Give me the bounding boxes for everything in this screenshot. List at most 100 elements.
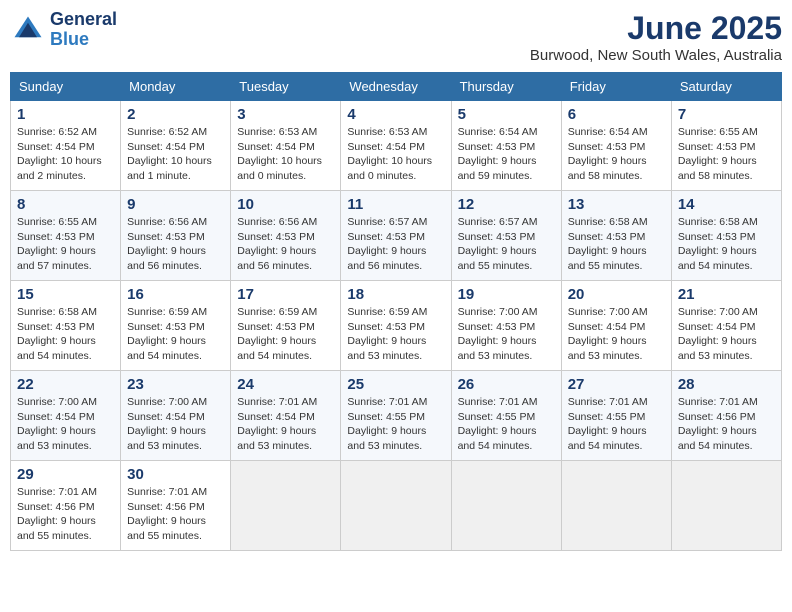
day-number: 9 — [127, 196, 224, 213]
day-number: 1 — [17, 106, 114, 123]
calendar-cell: 8Sunrise: 6:55 AM Sunset: 4:53 PM Daylig… — [11, 191, 121, 281]
day-number: 23 — [127, 376, 224, 393]
weekday-header-sunday: Sunday — [11, 73, 121, 101]
day-info: Sunrise: 6:54 AM Sunset: 4:53 PM Dayligh… — [568, 125, 665, 184]
calendar-cell: 28Sunrise: 7:01 AM Sunset: 4:56 PM Dayli… — [671, 371, 781, 461]
calendar-cell: 10 Sunrise: 6:56 AM Sunset: 4:53 PM Dayli… — [231, 191, 341, 281]
day-number: 4 — [347, 106, 444, 123]
day-number: 11 — [347, 196, 444, 213]
day-info: Sunrise: 6:54 AM Sunset: 4:53 PM Dayligh… — [458, 125, 555, 184]
calendar-cell: 14 Sunrise: 6:58 AM Sunset: 4:53 PM Dayli… — [671, 191, 781, 281]
day-number: 30 — [127, 466, 224, 483]
calendar-week-row: 1 Sunrise: 6:52 AM Sunset: 4:54 PM Daylig… — [11, 101, 782, 191]
day-info: Sunrise: 6:59 AM Sunset: 4:53 PM Dayligh… — [237, 305, 334, 364]
calendar-cell — [231, 461, 341, 551]
location-subtitle: Burwood, New South Wales, Australia — [530, 47, 782, 64]
day-number: 19 — [458, 286, 555, 303]
calendar-cell: 2Sunrise: 6:52 AM Sunset: 4:54 PM Daylig… — [121, 101, 231, 191]
day-info: Sunrise: 7:00 AM Sunset: 4:54 PM Dayligh… — [678, 305, 775, 364]
day-number: 6 — [568, 106, 665, 123]
logo-line1: General — [50, 10, 117, 30]
day-number: 21 — [678, 286, 775, 303]
day-number: 10 — [237, 196, 334, 213]
day-number: 15 — [17, 286, 114, 303]
day-number: 13 — [568, 196, 665, 213]
logo-line2: Blue — [50, 30, 117, 50]
weekday-header-wednesday: Wednesday — [341, 73, 451, 101]
day-info: Sunrise: 7:01 AM Sunset: 4:55 PM Dayligh… — [458, 395, 555, 454]
calendar-cell: 9 Sunrise: 6:56 AM Sunset: 4:53 PM Daylig… — [121, 191, 231, 281]
calendar-cell — [671, 461, 781, 551]
calendar-week-row: 15 Sunrise: 6:58 AM Sunset: 4:53 PM Dayli… — [11, 281, 782, 371]
logo: General Blue — [10, 10, 117, 50]
calendar-week-row: 8Sunrise: 6:55 AM Sunset: 4:53 PM Daylig… — [11, 191, 782, 281]
day-info: Sunrise: 6:58 AM Sunset: 4:53 PM Dayligh… — [17, 305, 114, 364]
calendar-cell: 15 Sunrise: 6:58 AM Sunset: 4:53 PM Dayli… — [11, 281, 121, 371]
day-info: Sunrise: 6:53 AM Sunset: 4:54 PM Dayligh… — [237, 125, 334, 184]
calendar-cell: 19 Sunrise: 7:00 AM Sunset: 4:53 PM Dayli… — [451, 281, 561, 371]
logo-text: General Blue — [50, 10, 117, 50]
day-number: 14 — [678, 196, 775, 213]
calendar-week-row: 22 Sunrise: 7:00 AM Sunset: 4:54 PM Dayli… — [11, 371, 782, 461]
day-number: 8 — [17, 196, 114, 213]
calendar-cell: 12 Sunrise: 6:57 AM Sunset: 4:53 PM Dayli… — [451, 191, 561, 281]
day-number: 20 — [568, 286, 665, 303]
calendar-cell: 3 Sunrise: 6:53 AM Sunset: 4:54 PM Daylig… — [231, 101, 341, 191]
weekday-header-tuesday: Tuesday — [231, 73, 341, 101]
calendar-cell: 26Sunrise: 7:01 AM Sunset: 4:55 PM Dayli… — [451, 371, 561, 461]
calendar-cell — [341, 461, 451, 551]
day-number: 29 — [17, 466, 114, 483]
day-info: Sunrise: 6:57 AM Sunset: 4:53 PM Dayligh… — [458, 215, 555, 274]
calendar-table: SundayMondayTuesdayWednesdayThursdayFrid… — [10, 72, 782, 551]
day-info: Sunrise: 7:00 AM Sunset: 4:54 PM Dayligh… — [127, 395, 224, 454]
weekday-header-monday: Monday — [121, 73, 231, 101]
day-number: 5 — [458, 106, 555, 123]
calendar-cell: 29 Sunrise: 7:01 AM Sunset: 4:56 PM Dayli… — [11, 461, 121, 551]
day-number: 16 — [127, 286, 224, 303]
calendar-cell: 7 Sunrise: 6:55 AM Sunset: 4:53 PM Daylig… — [671, 101, 781, 191]
calendar-cell: 30 Sunrise: 7:01 AM Sunset: 4:56 PM Dayli… — [121, 461, 231, 551]
day-number: 12 — [458, 196, 555, 213]
day-info: Sunrise: 6:58 AM Sunset: 4:53 PM Dayligh… — [678, 215, 775, 274]
day-info: Sunrise: 6:56 AM Sunset: 4:53 PM Dayligh… — [127, 215, 224, 274]
day-info: Sunrise: 6:52 AM Sunset: 4:54 PM Dayligh… — [17, 125, 114, 184]
calendar-cell: 6 Sunrise: 6:54 AM Sunset: 4:53 PM Daylig… — [561, 101, 671, 191]
calendar-cell: 4 Sunrise: 6:53 AM Sunset: 4:54 PM Daylig… — [341, 101, 451, 191]
calendar-cell: 24Sunrise: 7:01 AM Sunset: 4:54 PM Dayli… — [231, 371, 341, 461]
day-number: 28 — [678, 376, 775, 393]
day-info: Sunrise: 6:58 AM Sunset: 4:53 PM Dayligh… — [568, 215, 665, 274]
calendar-cell: 17 Sunrise: 6:59 AM Sunset: 4:53 PM Dayli… — [231, 281, 341, 371]
calendar-week-row: 29 Sunrise: 7:01 AM Sunset: 4:56 PM Dayli… — [11, 461, 782, 551]
day-info: Sunrise: 6:55 AM Sunset: 4:53 PM Dayligh… — [678, 125, 775, 184]
calendar-cell: 23 Sunrise: 7:00 AM Sunset: 4:54 PM Dayli… — [121, 371, 231, 461]
calendar-cell: 18Sunrise: 6:59 AM Sunset: 4:53 PM Dayli… — [341, 281, 451, 371]
day-number: 3 — [237, 106, 334, 123]
day-info: Sunrise: 6:52 AM Sunset: 4:54 PM Dayligh… — [127, 125, 224, 184]
day-info: Sunrise: 6:56 AM Sunset: 4:53 PM Dayligh… — [237, 215, 334, 274]
calendar-cell: 21 Sunrise: 7:00 AM Sunset: 4:54 PM Dayli… — [671, 281, 781, 371]
day-info: Sunrise: 7:00 AM Sunset: 4:53 PM Dayligh… — [458, 305, 555, 364]
calendar-cell: 22Sunrise: 7:00 AM Sunset: 4:54 PM Dayli… — [11, 371, 121, 461]
day-number: 7 — [678, 106, 775, 123]
day-number: 17 — [237, 286, 334, 303]
logo-icon — [10, 12, 46, 48]
calendar-cell: 1 Sunrise: 6:52 AM Sunset: 4:54 PM Daylig… — [11, 101, 121, 191]
day-info: Sunrise: 7:01 AM Sunset: 4:55 PM Dayligh… — [568, 395, 665, 454]
day-number: 22 — [17, 376, 114, 393]
day-info: Sunrise: 6:53 AM Sunset: 4:54 PM Dayligh… — [347, 125, 444, 184]
calendar-cell: 5 Sunrise: 6:54 AM Sunset: 4:53 PM Daylig… — [451, 101, 561, 191]
calendar-cell: 16Sunrise: 6:59 AM Sunset: 4:53 PM Dayli… — [121, 281, 231, 371]
day-info: Sunrise: 6:57 AM Sunset: 4:53 PM Dayligh… — [347, 215, 444, 274]
title-area: June 2025 Burwood, New South Wales, Aust… — [530, 10, 782, 64]
day-info: Sunrise: 7:01 AM Sunset: 4:54 PM Dayligh… — [237, 395, 334, 454]
month-year-title: June 2025 — [530, 10, 782, 47]
day-number: 27 — [568, 376, 665, 393]
calendar-cell — [451, 461, 561, 551]
day-info: Sunrise: 6:59 AM Sunset: 4:53 PM Dayligh… — [347, 305, 444, 364]
calendar-cell: 27 Sunrise: 7:01 AM Sunset: 4:55 PM Dayli… — [561, 371, 671, 461]
weekday-header-thursday: Thursday — [451, 73, 561, 101]
day-info: Sunrise: 7:01 AM Sunset: 4:55 PM Dayligh… — [347, 395, 444, 454]
day-info: Sunrise: 7:01 AM Sunset: 4:56 PM Dayligh… — [17, 485, 114, 544]
day-info: Sunrise: 7:01 AM Sunset: 4:56 PM Dayligh… — [127, 485, 224, 544]
calendar-cell — [561, 461, 671, 551]
